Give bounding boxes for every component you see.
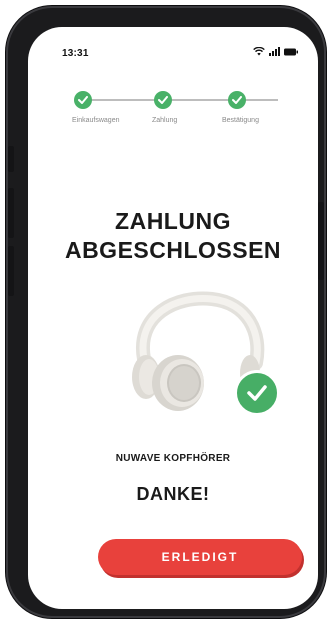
status-bar: 13:31 xyxy=(28,27,318,63)
status-time: 13:31 xyxy=(62,48,89,59)
power-button xyxy=(318,202,324,280)
page-title: ZAHLUNG ABGESCHLOSSEN xyxy=(28,207,318,265)
step-label-cart: Einkaufswagen xyxy=(72,117,120,124)
signal-icon xyxy=(269,47,280,56)
done-button[interactable]: ERLEDIGT xyxy=(98,539,302,575)
product-name: NUWAVE KOPFHÖRER xyxy=(115,453,231,464)
battery-icon xyxy=(284,48,298,55)
step-confirmation-check-icon xyxy=(228,91,246,109)
status-icons xyxy=(253,47,298,56)
thanks-message: DANKE! xyxy=(136,484,210,504)
phone-frame: 13:31 Einkaufswagen Zahlung Bestätigung … xyxy=(6,6,326,618)
stepper-connector xyxy=(82,99,156,101)
step-payment-check-icon xyxy=(154,91,172,109)
wifi-icon xyxy=(253,47,265,56)
volume-up-button xyxy=(8,188,14,238)
checkout-stepper: Einkaufswagen Zahlung Bestätigung xyxy=(72,91,282,131)
success-check-icon xyxy=(234,370,280,416)
page-title-line-1: ZAHLUNG xyxy=(115,208,231,234)
step-label-payment: Zahlung xyxy=(152,117,178,124)
step-cart-check-icon xyxy=(74,91,92,109)
mute-switch xyxy=(8,146,14,172)
stepper-connector xyxy=(242,99,278,101)
step-label-confirmation: Bestätigung xyxy=(222,117,259,124)
page-title-line-2: ABGESCHLOSSEN xyxy=(64,237,282,263)
volume-down-button xyxy=(8,246,14,296)
screen: 13:31 Einkaufswagen Zahlung Bestätigung … xyxy=(28,27,318,609)
